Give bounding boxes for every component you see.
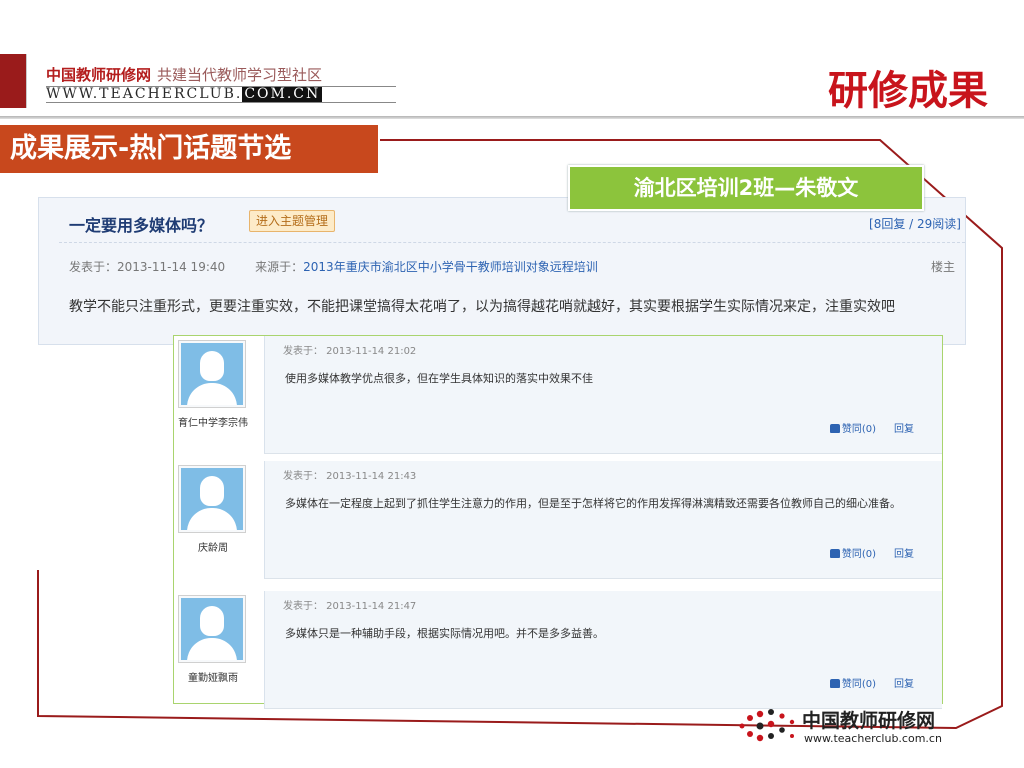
reply-card: 发表于： 2013-11-14 21:02 使用多媒体教学优点很多，但在学生具体… [264,336,942,454]
avatar[interactable] [178,340,246,408]
reply-text: 多媒体在一定程度上起到了抓住学生注意力的作用，但是至于怎样将它的作用发挥得淋漓精… [285,497,901,510]
dots-logo-icon [739,709,795,742]
reply-item: 童勤娅飘雨 发表于： 2013-11-14 21:47 多媒体只是一种辅助手段，… [174,591,942,714]
reply-card: 发表于： 2013-11-14 21:43 多媒体在一定程度上起到了抓住学生注意… [264,461,942,579]
like-button[interactable]: 赞同(0) [842,549,876,560]
author-tag: 渝北区培训2班—朱敬文 [568,165,924,211]
reply-author[interactable]: 育仁中学李宗伟 [174,414,252,429]
header-accent-bar-inner [26,54,29,108]
logo-url: WWW.TEACHERCLUB. COM.CN [46,86,396,103]
page-title: 研修成果 [828,68,988,114]
reply-author[interactable]: 庆龄周 [174,539,252,554]
like-button[interactable]: 赞同(0) [842,679,876,690]
footer-logo: 中国教师研修网 www.teacherclub.com.cn [734,700,974,752]
thumbs-up-icon [829,679,840,688]
reply-actions: 赞同(0) 回复 [829,545,914,560]
source-label: 来源于： [255,260,304,274]
replies-panel: 育仁中学李宗伟 发表于： 2013-11-14 21:02 使用多媒体教学优点很… [173,335,943,709]
reply-item: 育仁中学李宗伟 发表于： 2013-11-14 21:02 使用多媒体教学优点很… [174,336,942,459]
avatar[interactable] [178,465,246,533]
avatar-icon [181,468,243,530]
logo-name: 中国教师研修网 [46,66,152,84]
reply-button[interactable]: 回复 [894,549,914,560]
reply-time: 发表于： 2013-11-14 21:02 [283,346,417,357]
reply-time: 发表于： 2013-11-14 21:43 [283,471,417,482]
site-logo[interactable]: 中国教师研修网 共建当代教师学习型社区 [46,64,322,85]
logo-url-main: WWW.TEACHERCLUB. [46,86,243,102]
logo-url-tail: COM.CN [242,86,323,102]
logo-slogan: 共建当代教师学习型社区 [157,66,323,84]
reply-item: 庆龄周 发表于： 2013-11-14 21:43 多媒体在一定程度上起到了抓住… [174,461,942,584]
thread-meta: 发表于：2013-11-14 19:40 来源于：2013年重庆市渝北区中小学骨干… [69,258,598,275]
reply-actions: 赞同(0) 回复 [829,675,914,690]
section-tag: 成果展示-热门话题节选 [0,125,378,173]
thread-post: 一定要用多媒体吗？ 进入主题管理 [8回复 / 29阅读] 发表于：2013-1… [38,197,966,345]
thread-title[interactable]: 一定要用多媒体吗？ [69,212,213,236]
thread-body: 教学不能只注重形式，更要注重实效，不能把课堂搞得太花哨了，以为搞得越花哨就越好，… [69,299,895,315]
reply-text: 多媒体只是一种辅助手段，根据实际情况用吧。并不是多多益善。 [285,627,604,640]
header-divider [0,116,1024,119]
footer-logo-name: 中国教师研修网 [802,710,936,732]
header-accent-bar [0,54,26,108]
avatar-icon [181,343,243,405]
reply-time: 发表于： 2013-11-14 21:47 [283,601,417,612]
manage-topic-button[interactable]: 进入主题管理 [249,210,336,232]
thumbs-up-icon [829,424,840,433]
reply-actions: 赞同(0) 回复 [829,420,914,435]
thumbs-up-icon [829,549,840,558]
thread-divider [59,242,965,243]
footer-url: www.teacherclub.com.cn [804,732,942,745]
avatar[interactable] [178,595,246,663]
floor-label: 楼主 [930,260,955,274]
reply-read-count[interactable]: [8回复 / 29阅读] [869,215,961,232]
reply-author[interactable]: 童勤娅飘雨 [174,669,252,684]
reply-button[interactable]: 回复 [894,679,914,690]
reply-card: 发表于： 2013-11-14 21:47 多媒体只是一种辅助手段，根据实际情况… [264,591,942,709]
reply-text: 使用多媒体教学优点很多，但在学生具体知识的落实中效果不佳 [285,372,593,385]
source-link[interactable]: 2013年重庆市渝北区中小学骨干教师培训对象远程培训 [303,260,598,274]
avatar-icon [181,598,243,660]
reply-button[interactable]: 回复 [894,424,914,435]
like-button[interactable]: 赞同(0) [842,424,876,435]
posted-time: 发表于：2013-11-14 19:40 [69,260,226,274]
